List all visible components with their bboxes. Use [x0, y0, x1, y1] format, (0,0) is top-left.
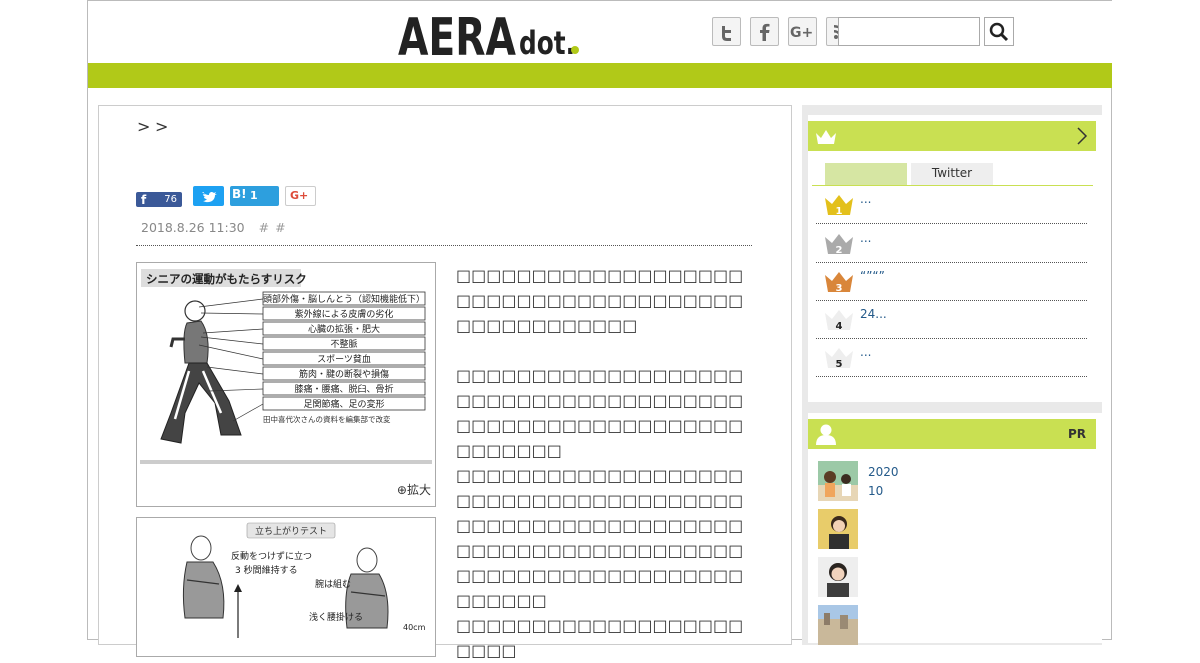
tab-label: Twitter [931, 166, 973, 180]
search-input[interactable] [838, 17, 980, 46]
tag-link[interactable]: # [259, 220, 269, 235]
ranking-title[interactable]: ... [860, 192, 871, 206]
facebook-share-button[interactable]: f 76 [136, 192, 182, 207]
article-date: 2018.8.26 11:30 [141, 220, 245, 235]
rank-crown-silver-icon: 2 [825, 234, 853, 255]
pr-thumbnail[interactable] [818, 509, 858, 549]
search-icon [989, 22, 1009, 42]
pr-thumbnail[interactable] [818, 557, 858, 597]
chevron-right-icon[interactable] [1076, 126, 1088, 146]
article-paragraph: □□□□□□□□□□□□□□□□□□□□□□□□□□□□□□□□□□□□□□□□… [456, 366, 744, 460]
divider [136, 245, 752, 246]
ranking-title[interactable]: ... [860, 231, 871, 245]
logo-dot-text: dot. [519, 24, 575, 60]
risk-item: 頭部外傷・脳しんとう（認知機能低下） [263, 293, 425, 305]
ranking-item[interactable]: 4 24... [816, 300, 1087, 339]
pr-thumbnail[interactable] [818, 605, 858, 645]
pr-image [818, 605, 858, 645]
figure-label: 腕は組む [315, 578, 351, 590]
breadcrumb-separator[interactable]: > [155, 117, 168, 136]
figure-label: 浅く腰掛ける [309, 611, 363, 623]
rank-crown-bronze-icon: 3 [825, 272, 853, 293]
risk-item: 足関節痛、足の変形 [303, 398, 384, 410]
ranking-item[interactable]: 2 ... [816, 224, 1087, 263]
ranking-tab-twitter[interactable]: Twitter [911, 163, 993, 185]
pr-text-line: 10 [868, 484, 884, 498]
article-paragraph: □□□□□□□□□□□□□□□□□□□□□□□□□□□□□□□□□□□□□□□□… [456, 466, 744, 610]
pr-header: PR [808, 419, 1096, 449]
google-plus-icon[interactable]: G+ [788, 17, 817, 46]
rank-crown-icon: 5 [825, 348, 853, 369]
tweet-button[interactable] [193, 186, 224, 206]
nav-bar [88, 63, 1112, 88]
figure-label: 反動をつけずに立つ [231, 550, 312, 562]
risk-item: スポーツ貧血 [317, 353, 371, 365]
hatena-bookmark-button[interactable]: B! 1 [230, 186, 279, 206]
facebook-share-count: 76 [164, 194, 177, 205]
figure-title: シニアの運動がもたらすリスク [146, 272, 307, 286]
figure-illustration: シニアの運動がもたらすリスク 頭部外傷・脳しんとう（認知機能低下） 紫外線による… [140, 269, 432, 464]
article-paragraph: □□□□□□□□□□□□□□□□□□□□□□□□□□□□□□□□□□□□□□□□… [456, 266, 744, 335]
rank-number: 4 [836, 321, 843, 331]
rank-number: 2 [836, 245, 843, 255]
risk-item: 紫外線による皮膚の劣化 [295, 308, 394, 320]
ranking-item[interactable]: 5 ... [816, 338, 1087, 377]
article-dateline: 2018.8.26 11:30 # # [141, 220, 286, 235]
twitter-icon[interactable] [712, 17, 741, 46]
breadcrumb-separator[interactable]: > [137, 117, 150, 136]
risk-item: 筋肉・腱の断裂や損傷 [299, 368, 389, 380]
ranking-header[interactable] [808, 121, 1096, 151]
crown-icon [816, 130, 836, 144]
pr-image [818, 509, 858, 549]
rank-crown-gold-icon: 1 [825, 195, 853, 216]
risk-item: 不整脈 [330, 338, 357, 350]
google-plus-icon: G+ [290, 189, 309, 202]
hatena-label: B! [232, 187, 247, 201]
pr-text-line: 2020 [868, 465, 899, 479]
rank-crown-icon: 4 [825, 310, 853, 331]
pr-text[interactable]: 2020 10 [868, 463, 899, 501]
risk-item: 膝痛・腰痛、脱臼、骨折 [294, 383, 393, 395]
figure-source: 田中喜代次さんの資料を編集部で改変 [263, 414, 391, 424]
logo-aera-text: AERA [398, 8, 516, 60]
zoom-label: 拡大 [406, 483, 431, 497]
rank-number: 5 [836, 359, 843, 369]
hatena-count: 1 [250, 189, 258, 202]
article-paragraph: □□□□□□□□□□□□□□□□□□□□□□□ [456, 616, 744, 660]
ranking-title[interactable]: 24... [860, 307, 887, 321]
person-icon [816, 424, 836, 445]
zoom-icon: ⊕ [396, 483, 407, 497]
google-plus-share-button[interactable]: G+ [285, 186, 316, 206]
ranking-item[interactable]: 3 “”“” [816, 262, 1087, 301]
facebook-icon[interactable] [750, 17, 779, 46]
figure-label: 40cm [403, 623, 426, 632]
ranking-tab-overall[interactable] [825, 163, 907, 185]
tag-link[interactable]: # [275, 220, 285, 235]
ranking-item[interactable]: 1 ... [816, 185, 1087, 224]
pr-thumbnail[interactable] [818, 461, 858, 501]
risk-item: 心臓の拡張・肥大 [308, 323, 380, 335]
pr-image [818, 461, 858, 501]
pr-image [818, 557, 858, 597]
twitter-icon [202, 191, 217, 203]
aera-dot-logo[interactable]: AERA dot. [398, 6, 598, 68]
search-button[interactable] [984, 17, 1014, 46]
ranking-title[interactable]: “”“” [860, 269, 885, 283]
figure-title: 立ち上がりテスト [255, 525, 327, 537]
figure-standing-test[interactable]: 立ち上がりテスト 反動をつけずに立つ 3 秒間維持する 腕は組む 浅く腰掛ける … [136, 517, 436, 657]
ranking-title[interactable]: ... [860, 345, 871, 359]
rank-number: 3 [836, 283, 843, 293]
figure-senior-exercise-risk[interactable]: シニアの運動がもたらすリスク 頭部外傷・脳しんとう（認知機能低下） 紫外線による… [136, 262, 436, 507]
svg-text:G+: G+ [790, 25, 813, 41]
rank-number: 1 [836, 206, 843, 216]
pr-label: PR [1067, 427, 1086, 441]
zoom-button[interactable]: ⊕拡大 [397, 481, 431, 498]
facebook-icon: f [141, 193, 147, 207]
figure-illustration: 立ち上がりテスト 反動をつけずに立つ 3 秒間維持する 腕は組む 浅く腰掛ける … [182, 522, 426, 638]
article-container: > > f 76 B! 1 G+ 2018.8.26 11:30 # # シニア… [98, 105, 792, 660]
figure-label: 3 秒間維持する [235, 564, 298, 576]
